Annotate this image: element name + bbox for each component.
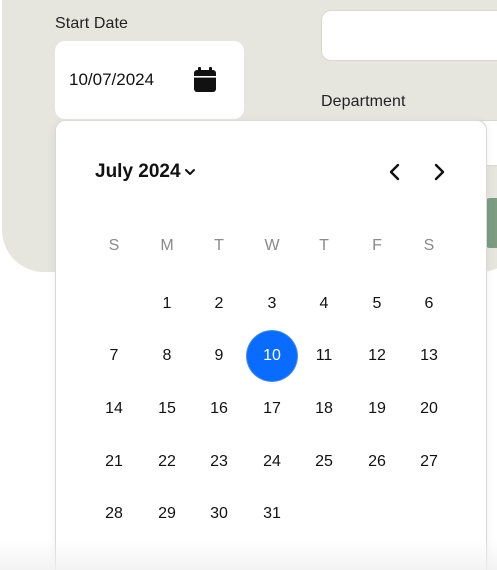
- calendar-day[interactable]: 24: [247, 437, 297, 487]
- calendar-day[interactable]: 28: [89, 489, 139, 539]
- department-label: Department: [321, 93, 406, 110]
- upper-right-field[interactable]: [321, 10, 497, 61]
- month-year-label: July 2024: [95, 161, 181, 182]
- chevron-down-icon: [184, 161, 196, 183]
- next-month-button[interactable]: [428, 161, 450, 183]
- start-date-value[interactable]: 10/07/2024: [69, 70, 154, 90]
- calendar-day[interactable]: 9: [194, 331, 244, 381]
- previous-month-button[interactable]: [384, 161, 406, 183]
- calendar-day[interactable]: 6: [404, 279, 454, 329]
- calendar-day[interactable]: 15: [142, 384, 192, 434]
- calendar-day[interactable]: 3: [247, 279, 297, 329]
- start-date-label: Start Date: [55, 15, 129, 32]
- month-year-selector[interactable]: July 2024: [95, 161, 196, 183]
- calendar-day[interactable]: 30: [194, 489, 244, 539]
- calendar-day[interactable]: 17: [247, 384, 297, 434]
- calendar-day-selected[interactable]: 10: [247, 331, 297, 381]
- calendar-day[interactable]: 1: [142, 279, 192, 329]
- calendar-day[interactable]: 20: [404, 384, 454, 434]
- calendar-day[interactable]: 16: [194, 384, 244, 434]
- calendar-day[interactable]: 18: [299, 384, 349, 434]
- page: Start Date 10/07/2024 Department July 20…: [0, 0, 497, 570]
- weekday-header: W: [264, 237, 280, 254]
- chevron-right-icon: [428, 163, 450, 187]
- calendar-day[interactable]: 14: [89, 384, 139, 434]
- calendar-day[interactable]: 31: [247, 489, 297, 539]
- weekday-header: F: [372, 237, 382, 254]
- calendar-day[interactable]: 7: [89, 331, 139, 381]
- calendar-day[interactable]: 5: [352, 279, 402, 329]
- weekday-header: T: [214, 237, 224, 254]
- calendar-icon[interactable]: [193, 67, 217, 93]
- calendar-day[interactable]: 12: [352, 331, 402, 381]
- calendar-day[interactable]: 11: [299, 331, 349, 381]
- calendar-day[interactable]: 22: [142, 437, 192, 487]
- calendar-day[interactable]: 8: [142, 331, 192, 381]
- chevron-left-icon: [384, 163, 406, 187]
- calendar-day[interactable]: 29: [142, 489, 192, 539]
- calendar-day[interactable]: 13: [404, 331, 454, 381]
- calendar-day[interactable]: 26: [352, 437, 402, 487]
- calendar-day[interactable]: 21: [89, 437, 139, 487]
- datepicker-popup: July 2024 S M T W T F S 1 2 3 4 5 6 7 8 …: [55, 120, 487, 570]
- weekday-header: S: [108, 237, 120, 254]
- calendar-day[interactable]: 19: [352, 384, 402, 434]
- calendar-day[interactable]: 2: [194, 279, 244, 329]
- weekday-header: M: [160, 237, 174, 254]
- calendar-day[interactable]: 25: [299, 437, 349, 487]
- weekday-header: S: [423, 237, 435, 254]
- weekday-header: T: [319, 237, 329, 254]
- calendar-day[interactable]: 23: [194, 437, 244, 487]
- calendar-day[interactable]: 27: [404, 437, 454, 487]
- calendar-day[interactable]: 4: [299, 279, 349, 329]
